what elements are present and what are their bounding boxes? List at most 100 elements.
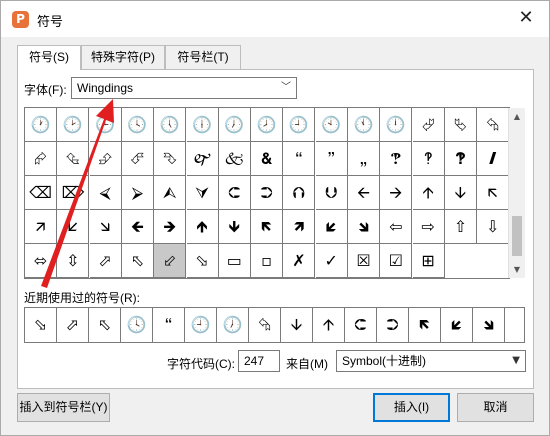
- symbol-grid[interactable]: 🕐 🕑 🕒 🕓 🕔 🕕 🕖 🕗 🕘 🕙 🕚 🕛 ⮰ ⮱ ⮲ ⮳ ⮴ ⮵ ⮶ ⮷ 🙰 🙵 🙴 🙶 🙷 🙸 🙹 🙺 🙻 🙼 ⌫ ⌦ ⮘ ⮚ ⮙ ⮛ ⮈ ⮊ ⮉ ⮋…: [24, 107, 510, 279]
- symbol-cell[interactable]: 🙹: [380, 142, 413, 176]
- symbol-cell[interactable]: 🡨: [348, 176, 380, 210]
- symbol-cell[interactable]: ⬁: [121, 244, 154, 278]
- recent-symbol-cell[interactable]: 🡼: [409, 308, 441, 342]
- symbol-cell[interactable]: ⇳: [57, 244, 90, 278]
- charcode-input[interactable]: 247: [238, 350, 280, 372]
- symbol-cell[interactable]: ⮉: [283, 176, 316, 210]
- symbol-cell[interactable]: 🡾: [348, 210, 380, 244]
- recent-symbol-cell[interactable]: 🡫: [281, 308, 313, 342]
- symbol-cell[interactable]: 🙸: [348, 142, 380, 176]
- symbol-cell[interactable]: 🡩: [412, 176, 445, 210]
- recent-symbol-cell[interactable]: 🙶: [153, 308, 185, 342]
- symbol-cell[interactable]: 🡺: [154, 210, 187, 244]
- symbol-cell[interactable]: ⇧: [444, 210, 477, 244]
- recent-symbols[interactable]: ⬂ ⬀ ⬁ 🕓 🙶 🕘 🕖 ⮲ 🡫 🡩 ⮈ ⮊ 🡼 🡿 🡾: [24, 307, 525, 343]
- recent-symbol-cell[interactable]: 🕖: [217, 308, 249, 342]
- symbol-cell[interactable]: ⮈: [218, 176, 251, 210]
- symbol-cell[interactable]: ▫: [251, 244, 284, 278]
- symbol-cell[interactable]: ⮵: [89, 142, 122, 176]
- symbol-cell[interactable]: 🡫: [444, 176, 477, 210]
- recent-symbol-cell[interactable]: 🕘: [185, 308, 217, 342]
- symbol-cell[interactable]: ⮋: [315, 176, 348, 210]
- symbol-cell[interactable]: 🙷: [315, 142, 348, 176]
- recent-symbol-cell[interactable]: ⮈: [345, 308, 377, 342]
- symbol-cell[interactable]: 🕚: [348, 108, 380, 142]
- recent-symbol-cell[interactable]: ⮲: [249, 308, 281, 342]
- recent-symbol-cell[interactable]: ⬀: [57, 308, 89, 342]
- insert-button[interactable]: 插入(I): [373, 393, 450, 422]
- symbol-cell[interactable]: ▭: [218, 244, 251, 278]
- scroll-down-icon[interactable]: ▼: [509, 261, 525, 278]
- symbol-cell[interactable]: ⮛: [186, 176, 219, 210]
- symbol-cell[interactable]: ⮘: [89, 176, 122, 210]
- symbol-cell[interactable]: 🕙: [315, 108, 348, 142]
- symbol-cell[interactable]: 🙼: [477, 142, 509, 176]
- symbol-cell[interactable]: 🡪: [380, 176, 413, 210]
- symbol-cell[interactable]: ⮰: [412, 108, 445, 142]
- recent-symbol-cell[interactable]: ⮊: [377, 308, 409, 342]
- tab-special-chars[interactable]: 特殊字符(P): [81, 45, 165, 69]
- tab-symbol-bar[interactable]: 符号栏(T): [165, 45, 241, 69]
- scroll-up-icon[interactable]: ▲: [509, 108, 525, 125]
- symbol-cell[interactable]: 🡸: [121, 210, 154, 244]
- symbol-cell[interactable]: 🕐: [25, 108, 57, 142]
- recent-symbol-cell[interactable]: 🕓: [121, 308, 153, 342]
- symbol-cell[interactable]: 🙰: [186, 142, 219, 176]
- symbol-cell[interactable]: ⮲: [477, 108, 509, 142]
- symbol-cell[interactable]: ⮙: [154, 176, 187, 210]
- symbol-cell[interactable]: ⌦: [57, 176, 90, 210]
- symbol-cell[interactable]: 🡮: [89, 210, 122, 244]
- symbol-cell[interactable]: 🙶: [283, 142, 316, 176]
- recent-symbol-cell[interactable]: 🡩: [313, 308, 345, 342]
- symbol-cell[interactable]: 🡭: [25, 210, 57, 244]
- symbol-cell[interactable]: ⬃: [154, 244, 187, 278]
- symbol-cell[interactable]: ☒: [348, 244, 380, 278]
- symbol-cell[interactable]: 🕔: [154, 108, 187, 142]
- symbol-cell[interactable]: ✓: [315, 244, 348, 278]
- tab-symbols[interactable]: 符号(S): [17, 45, 81, 70]
- symbol-cell[interactable]: ⮷: [154, 142, 187, 176]
- symbol-cell[interactable]: ⮴: [57, 142, 90, 176]
- cancel-button[interactable]: 取消: [457, 393, 534, 422]
- grid-scrollbar[interactable]: ▲ ▼: [508, 108, 525, 278]
- symbol-cell[interactable]: 🕓: [121, 108, 154, 142]
- symbol-cell[interactable]: 🡬: [477, 176, 509, 210]
- from-select[interactable]: Symbol(十进制) ▼: [336, 350, 526, 372]
- close-icon[interactable]: ✕: [515, 7, 537, 29]
- symbol-cell[interactable]: ⇨: [412, 210, 445, 244]
- symbol-cell[interactable]: ⮳: [25, 142, 57, 176]
- symbol-cell[interactable]: 🙻: [444, 142, 477, 176]
- symbol-cell[interactable]: ⬂: [186, 244, 219, 278]
- recent-symbol-cell[interactable]: ⬁: [89, 308, 121, 342]
- symbol-cell[interactable]: ⮱: [444, 108, 477, 142]
- symbol-cell[interactable]: ⇩: [477, 210, 509, 244]
- symbol-cell[interactable]: ⬄: [25, 244, 57, 278]
- recent-symbol-cell[interactable]: 🡿: [441, 308, 473, 342]
- symbol-cell[interactable]: 🕘: [283, 108, 316, 142]
- symbol-cell[interactable]: 🙵: [218, 142, 251, 176]
- recent-symbol-cell[interactable]: 🡾: [473, 308, 505, 342]
- symbol-cell[interactable]: 🡼: [251, 210, 284, 244]
- symbol-cell[interactable]: 🕒: [89, 108, 122, 142]
- symbol-cell[interactable]: ⮚: [121, 176, 154, 210]
- symbol-cell[interactable]: ⌫: [25, 176, 57, 210]
- font-select[interactable]: Wingdings ﹀: [71, 77, 297, 99]
- symbol-cell[interactable]: 🕛: [380, 108, 413, 142]
- symbol-cell[interactable]: 🙺: [412, 142, 445, 176]
- symbol-cell[interactable]: ⮶: [121, 142, 154, 176]
- symbol-cell[interactable]: 🡻: [218, 210, 251, 244]
- symbol-cell[interactable]: 🡿: [315, 210, 348, 244]
- symbol-cell[interactable]: 🡯: [57, 210, 90, 244]
- scroll-thumb[interactable]: [512, 216, 522, 256]
- symbol-cell[interactable]: 🕗: [251, 108, 284, 142]
- insert-to-bar-button[interactable]: 插入到符号栏(Y): [17, 393, 110, 422]
- symbol-cell[interactable]: ⮊: [251, 176, 284, 210]
- symbol-cell[interactable]: 🡽: [283, 210, 316, 244]
- symbol-cell[interactable]: 🡹: [186, 210, 219, 244]
- symbol-cell[interactable]: ⬀: [89, 244, 122, 278]
- symbol-cell[interactable]: 🙴: [251, 142, 284, 176]
- symbol-cell[interactable]: 🕖: [218, 108, 251, 142]
- symbol-cell[interactable]: ☑: [380, 244, 413, 278]
- symbol-cell[interactable]: ⊞: [412, 244, 445, 278]
- symbol-cell[interactable]: 🕕: [186, 108, 219, 142]
